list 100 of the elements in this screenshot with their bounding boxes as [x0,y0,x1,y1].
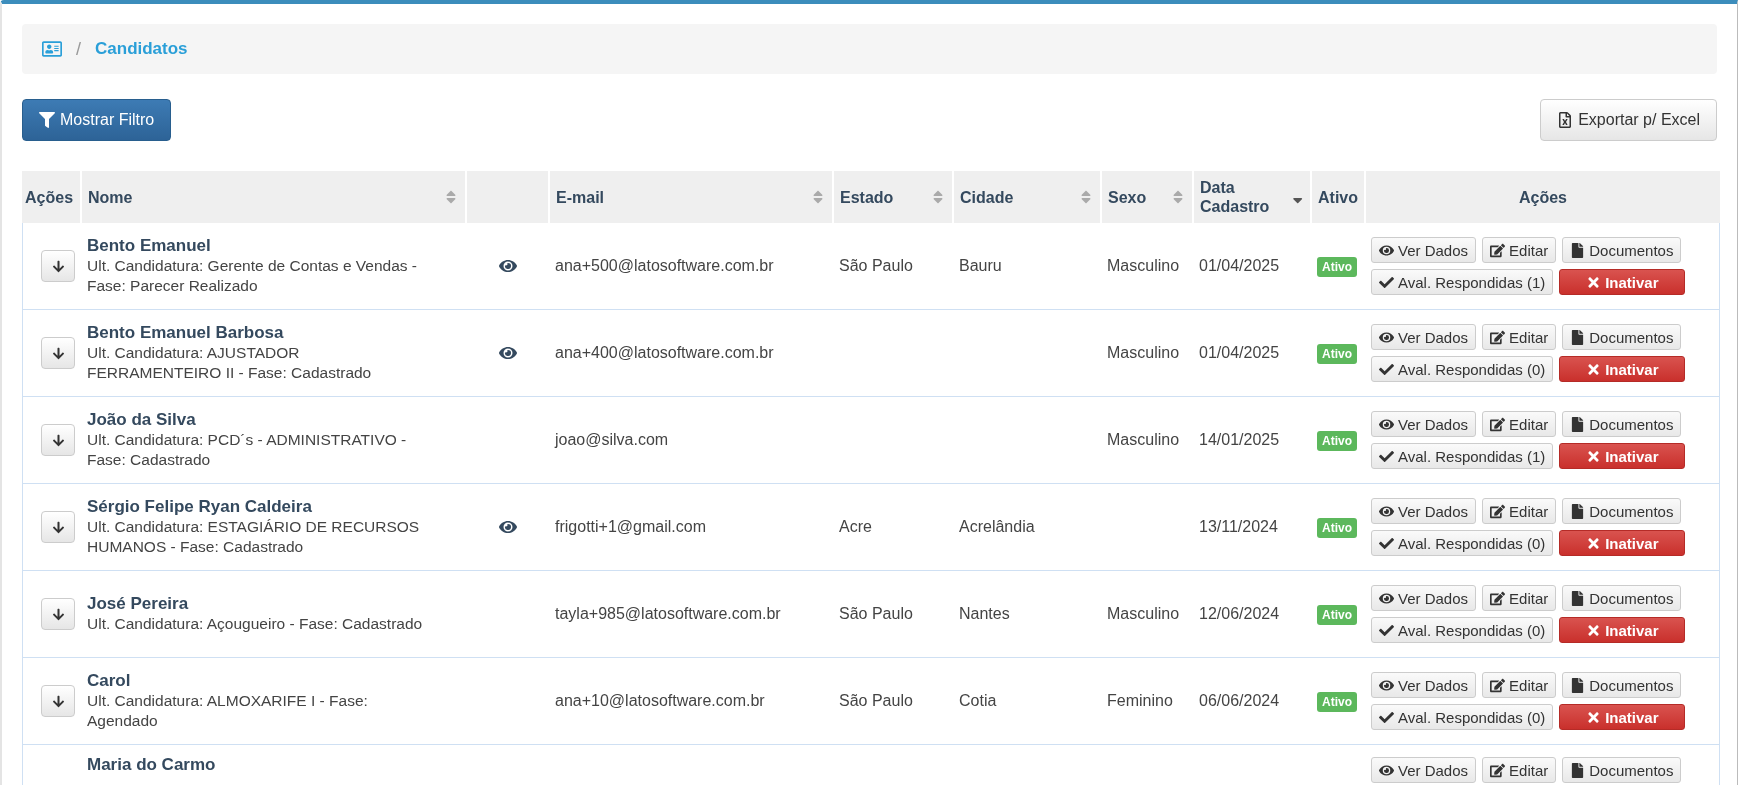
document-button[interactable]: Documentos [1562,237,1682,263]
document-icon [1570,416,1586,432]
status-badge: Ativo [1317,344,1357,364]
column-header[interactable]: Estado [840,187,894,207]
email-cell: ana+10@latosoftware.com.br [555,692,765,709]
breadcrumb-separator: / [76,38,81,60]
candidate-name: Bento Emanuel [87,236,212,256]
arrow-down-icon [51,520,65,534]
answers-button[interactable]: Aval. Respondidas (1) [1371,443,1554,469]
arrow-down-icon [51,607,65,621]
column-header[interactable]: Ações [1519,187,1567,207]
gender-cell: Feminino [1107,692,1173,709]
arrow-down-icon [51,259,65,273]
date-cell: 14/01/2025 [1199,431,1280,448]
state-cell: São Paulo [839,692,913,709]
document-button[interactable]: Documentos [1562,324,1682,350]
document-button[interactable]: Documentos [1562,411,1682,437]
answers-button[interactable]: Aval. Respondidas (0) [1371,617,1554,643]
column-header[interactable]: Sexo [1108,187,1147,207]
column-header[interactable]: Ativo [1318,187,1358,207]
check-icon [1379,535,1394,551]
view-button[interactable]: Ver Dados [1371,585,1477,611]
deactivate-button[interactable]: Inativar [1559,443,1686,469]
city-cell: Bauru [959,257,1002,274]
deactivate-button[interactable]: Inativar [1559,530,1686,556]
edit-button[interactable]: Editar [1482,237,1557,263]
document-button[interactable]: Documentos [1562,585,1682,611]
check-icon [1379,622,1394,638]
document-button[interactable]: Documentos [1562,757,1682,783]
date-cell: 06/06/2024 [1199,692,1280,709]
answers-button[interactable]: Aval. Respondidas (0) [1371,704,1554,730]
candidate-name: José Pereira [87,594,190,614]
view-button[interactable]: Ver Dados [1371,324,1477,350]
edit-button[interactable]: Editar [1482,411,1557,437]
check-icon [1379,274,1394,290]
filter-icon [39,112,55,128]
document-button[interactable]: Documentos [1562,672,1682,698]
last-application-text: Ult. Candidatura: ESTAGIÁRIO DE RECURSOS HUMANOS - Fase: Cadastrado [87,517,421,557]
column-header[interactable]: Nome [88,187,133,207]
city-cell: Cotia [959,692,997,709]
document-icon [1570,242,1586,258]
email-cell: ana+400@latosoftware.com.br [555,344,774,361]
answers-button[interactable]: Aval. Respondidas (0) [1371,530,1554,556]
deactivate-button[interactable]: Inativar [1559,704,1686,730]
state-cell: São Paulo [839,605,913,622]
edit-button[interactable]: Editar [1482,324,1557,350]
expand-button[interactable] [41,424,75,456]
status-badge: Ativo [1317,257,1357,277]
arrow-down-icon [51,694,65,708]
candidate-name: Maria do Carmo [87,755,217,775]
check-icon [1379,361,1394,377]
eye-icon[interactable] [498,518,517,536]
column-header[interactable]: Ações [25,187,74,207]
column-header[interactable]: Cidade [960,187,1014,207]
edit-button[interactable]: Editar [1482,585,1557,611]
expand-button[interactable] [41,511,75,543]
date-cell: 01/04/2025 [1199,344,1280,361]
edit-button[interactable]: Editar [1482,757,1557,783]
eye-icon[interactable] [498,344,517,362]
email-cell: ana+500@latosoftware.com.br [555,257,774,274]
candidate-name: João da Silva [87,410,197,430]
expand-button[interactable] [41,337,75,369]
id-card-icon[interactable] [42,39,62,59]
expand-button[interactable] [41,598,75,630]
show-filter-button[interactable]: Mostrar Filtro [22,99,172,141]
document-icon [1570,677,1586,693]
eye-icon[interactable] [498,257,517,275]
city-cell: Nantes [959,605,1010,622]
answers-button[interactable]: Aval. Respondidas (0) [1371,356,1554,382]
deactivate-button[interactable]: Inativar [1559,269,1686,295]
view-button[interactable]: Ver Dados [1371,498,1477,524]
edit-icon [1490,762,1506,778]
edit-button[interactable]: Editar [1482,672,1557,698]
edit-icon [1490,503,1506,519]
document-icon [1570,329,1586,345]
gender-cell: Masculino [1107,257,1180,274]
view-button[interactable]: Ver Dados [1371,411,1477,437]
column-header[interactable]: Data Cadastro [1200,178,1291,216]
document-button[interactable]: Documentos [1562,498,1682,524]
edit-button[interactable]: Editar [1482,498,1557,524]
column-header[interactable]: E-mail [556,187,604,207]
deactivate-button[interactable]: Inativar [1559,356,1686,382]
deactivate-button[interactable]: Inativar [1559,617,1686,643]
last-application-text: Ult. Candidatura: Açougueiro - Fase: Cadastrado [87,614,424,634]
export-excel-button[interactable]: Exportar p/ Excel [1540,99,1717,141]
view-button[interactable]: Ver Dados [1371,672,1477,698]
check-icon [1379,448,1394,464]
arrow-down-icon [51,433,65,447]
excel-file-icon [1557,112,1574,128]
view-button[interactable]: Ver Dados [1371,757,1477,783]
expand-button[interactable] [41,250,75,282]
edit-icon [1490,416,1506,432]
date-cell: 12/06/2024 [1199,605,1280,622]
view-button[interactable]: Ver Dados [1371,237,1477,263]
answers-button[interactable]: Aval. Respondidas (1) [1371,269,1554,295]
candidate-name: Bento Emanuel Barbosa [87,323,285,343]
status-badge: Ativo [1317,518,1357,538]
expand-button[interactable] [41,685,75,717]
date-cell: 01/04/2025 [1199,257,1280,274]
candidate-name: Sérgio Felipe Ryan Caldeira [87,497,313,517]
